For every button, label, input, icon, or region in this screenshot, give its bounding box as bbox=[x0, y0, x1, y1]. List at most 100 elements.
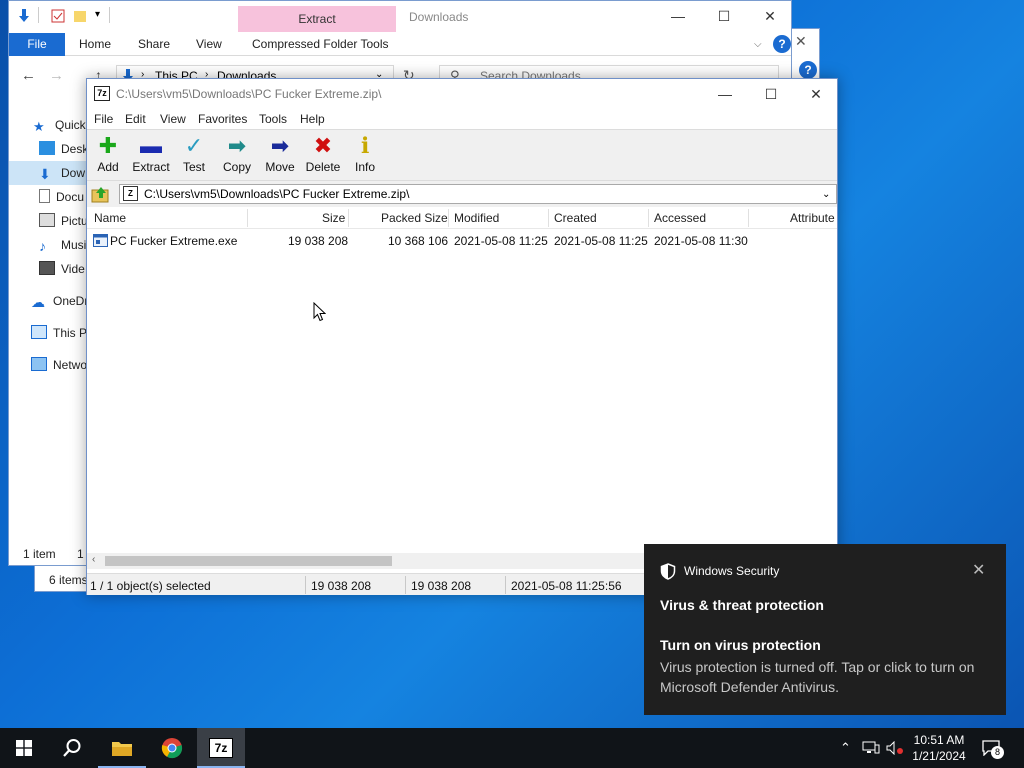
horizontal-scrollbar[interactable]: ‹ bbox=[87, 553, 647, 569]
start-button[interactable] bbox=[0, 728, 48, 768]
copy-button[interactable]: ➡ Copy bbox=[216, 132, 258, 174]
status-separator bbox=[405, 576, 406, 594]
properties-icon[interactable] bbox=[51, 9, 65, 23]
help-icon[interactable]: ? bbox=[773, 35, 791, 53]
sevenzip-taskbar-button[interactable]: 7z bbox=[197, 728, 245, 768]
column-created[interactable]: Created bbox=[554, 211, 597, 225]
help-icon[interactable]: ? bbox=[799, 61, 817, 79]
cell-accessed: 2021-05-08 11:30 bbox=[654, 234, 748, 248]
close-icon[interactable]: ✕ bbox=[972, 560, 985, 580]
add-button[interactable]: ✚ Add bbox=[87, 132, 129, 174]
cell-packed-size: 10 368 106 bbox=[388, 234, 449, 248]
windows-logo-icon bbox=[16, 740, 32, 756]
close-icon[interactable]: ✕ bbox=[795, 33, 807, 50]
sidebar-item-pictures[interactable]: Pictu bbox=[39, 209, 88, 233]
notification-count-badge: 8 bbox=[991, 746, 1004, 759]
delete-button[interactable]: ✖ Delete bbox=[302, 132, 344, 174]
sevenzip-window: 7z C:\Users\vm5\Downloads\PC Fucker Extr… bbox=[86, 78, 838, 595]
sidebar-item-videos[interactable]: Vide bbox=[39, 257, 85, 281]
menu-file[interactable]: File bbox=[94, 112, 113, 126]
sidebar-item-documents[interactable]: Docu bbox=[39, 185, 84, 209]
maximize-icon[interactable]: ☐ bbox=[748, 79, 794, 109]
system-clock[interactable]: 10:51 AM 1/21/2024 bbox=[908, 732, 970, 764]
column-attributes[interactable]: Attribute bbox=[790, 211, 835, 225]
move-button[interactable]: ➡ Move bbox=[259, 132, 301, 174]
file-explorer-taskbar-button[interactable] bbox=[98, 728, 146, 768]
forward-arrow-icon[interactable]: → bbox=[49, 67, 64, 84]
maximize-icon[interactable]: ☐ bbox=[701, 1, 747, 31]
toast-heading: Virus & threat protection bbox=[660, 597, 824, 613]
close-icon[interactable]: ✕ bbox=[747, 1, 793, 31]
column-name[interactable]: Name bbox=[94, 211, 126, 225]
menu-help[interactable]: Help bbox=[300, 112, 325, 126]
status-item-count: 1 item bbox=[23, 547, 56, 561]
column-separator[interactable] bbox=[348, 209, 349, 227]
search-button[interactable] bbox=[48, 728, 96, 768]
extract-button[interactable]: ▬ Extract bbox=[130, 132, 172, 174]
tab-file[interactable]: File bbox=[9, 33, 65, 56]
menu-tools[interactable]: Tools bbox=[259, 112, 287, 126]
chrome-taskbar-button[interactable] bbox=[148, 728, 196, 768]
sidebar-item-onedrive[interactable]: ☁ OneDr bbox=[31, 289, 88, 313]
info-icon: ℹ bbox=[360, 133, 370, 158]
column-separator[interactable] bbox=[247, 209, 248, 227]
sidebar-item-quick-access[interactable]: ★ Quick bbox=[33, 113, 86, 137]
column-packed-size[interactable]: Packed Size bbox=[381, 211, 448, 225]
column-accessed[interactable]: Accessed bbox=[654, 211, 706, 225]
title-bar[interactable]: 7z C:\Users\vm5\Downloads\PC Fucker Extr… bbox=[87, 79, 837, 109]
customize-qat-icon[interactable]: ▾ bbox=[95, 9, 100, 20]
info-button[interactable]: ℹ Info bbox=[344, 132, 386, 174]
scroll-left-icon[interactable]: ‹ bbox=[92, 554, 95, 565]
path-input[interactable]: Z C:\Users\vm5\Downloads\PC Fucker Extre… bbox=[119, 184, 837, 204]
tab-view[interactable]: View bbox=[196, 33, 222, 56]
new-folder-icon[interactable] bbox=[73, 9, 87, 23]
shield-icon bbox=[660, 563, 676, 580]
column-separator[interactable] bbox=[448, 209, 449, 227]
column-modified[interactable]: Modified bbox=[454, 211, 499, 225]
column-separator[interactable] bbox=[548, 209, 549, 227]
action-center-button[interactable]: 8 bbox=[982, 738, 1004, 759]
volume-muted-icon[interactable] bbox=[886, 741, 904, 755]
chevron-up-icon[interactable]: ⌃ bbox=[840, 740, 851, 756]
menu-edit[interactable]: Edit bbox=[125, 112, 146, 126]
tab-compressed-folder-tools[interactable]: Compressed Folder Tools bbox=[252, 33, 389, 56]
chevron-down-icon[interactable]: ⌄ bbox=[822, 186, 830, 204]
close-icon[interactable]: ✕ bbox=[793, 79, 839, 109]
computer-icon bbox=[31, 325, 47, 339]
tab-share[interactable]: Share bbox=[138, 33, 170, 56]
sidebar-item-this-pc[interactable]: This P bbox=[31, 321, 87, 345]
context-tab-extract[interactable]: Extract bbox=[238, 6, 396, 32]
menu-favorites[interactable]: Favorites bbox=[198, 112, 247, 126]
minimize-icon[interactable]: — bbox=[655, 1, 701, 31]
extract-button-label: Extract bbox=[132, 160, 170, 174]
table-row[interactable]: PC Fucker Extreme.exe 19 038 208 10 368 … bbox=[87, 231, 837, 251]
status-packed: 19 038 208 bbox=[411, 579, 472, 593]
cell-size: 19 038 208 bbox=[288, 234, 349, 248]
security-notification[interactable]: Windows Security ✕ Virus & threat protec… bbox=[644, 544, 1006, 715]
sidebar-item-music[interactable]: ♪ Musi bbox=[39, 233, 86, 257]
folder-up-icon[interactable] bbox=[91, 185, 111, 203]
network-icon[interactable] bbox=[862, 741, 880, 755]
download-arrow-icon: ⬇ bbox=[39, 166, 51, 182]
minimize-icon[interactable]: — bbox=[702, 79, 748, 109]
divider bbox=[38, 7, 39, 23]
sidebar-item-network[interactable]: Netwo bbox=[31, 353, 87, 377]
divider bbox=[109, 7, 110, 23]
back-arrow-icon[interactable]: ← bbox=[21, 67, 36, 84]
sidebar-item-downloads[interactable]: ⬇ Dow bbox=[9, 161, 87, 185]
download-arrow-icon[interactable] bbox=[17, 9, 31, 23]
network-icon bbox=[31, 357, 47, 371]
tab-home[interactable]: Home bbox=[79, 33, 111, 56]
column-separator[interactable] bbox=[648, 209, 649, 227]
menu-view[interactable]: View bbox=[160, 112, 186, 126]
sidebar-item-desktop[interactable]: Desk bbox=[39, 137, 88, 161]
column-separator[interactable] bbox=[748, 209, 749, 227]
column-size[interactable]: Size bbox=[322, 211, 345, 225]
document-icon bbox=[39, 189, 50, 203]
toolbar: ✚ Add ▬ Extract ✓ Test ➡ Copy ➡ Move ✖ D… bbox=[87, 129, 837, 181]
expand-ribbon-icon[interactable]: ⌵ bbox=[754, 33, 762, 56]
cloud-icon: ☁ bbox=[31, 294, 45, 310]
scrollbar-thumb[interactable] bbox=[105, 556, 392, 566]
mouse-cursor-icon bbox=[313, 302, 326, 322]
test-button[interactable]: ✓ Test bbox=[173, 132, 215, 174]
